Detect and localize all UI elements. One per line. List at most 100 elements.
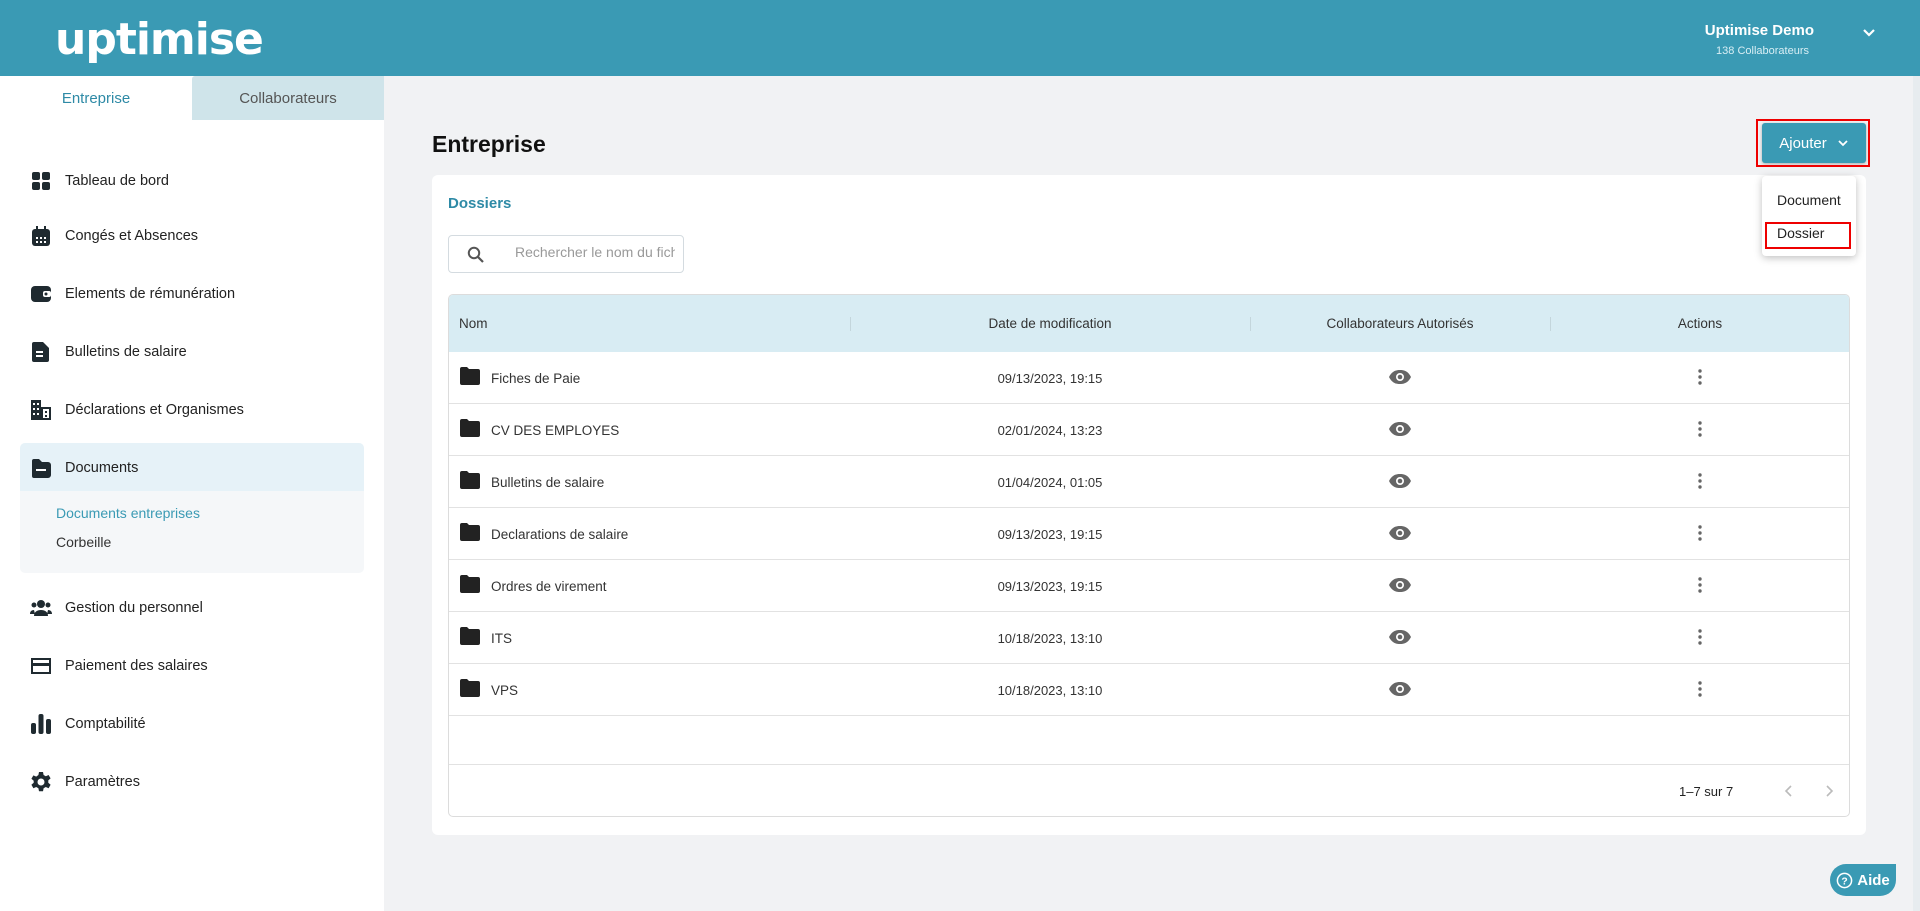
more-vert-icon[interactable] xyxy=(1697,420,1703,438)
sidebar-sub-documents-entreprises[interactable]: Documents entreprises xyxy=(56,505,200,521)
folder-icon xyxy=(460,627,480,645)
more-vert-icon[interactable] xyxy=(1697,472,1703,490)
sidebar-item-elements-de-remuneration[interactable]: Elements de rémunération xyxy=(20,270,364,318)
table-row[interactable]: Ordres de virement 09/13/2023, 19:15 xyxy=(449,560,1849,612)
sidebar-item-documents[interactable]: Documents xyxy=(20,444,364,492)
folder-icon xyxy=(460,575,480,593)
bar-chart-icon xyxy=(31,714,51,734)
sidebar-item-conges-et-absences[interactable]: Congés et Absences xyxy=(20,212,364,260)
table-row[interactable]: CV DES EMPLOYES 02/01/2024, 13:23 xyxy=(449,404,1849,456)
highlight-box xyxy=(1756,119,1870,167)
sidebar-item-label: Congés et Absences xyxy=(65,228,199,244)
eye-icon[interactable] xyxy=(1388,421,1412,437)
people-icon xyxy=(30,600,52,616)
modified-date: 01/04/2024, 01:05 xyxy=(997,474,1103,490)
chevron-down-icon[interactable] xyxy=(1862,26,1876,40)
modified-date: 09/13/2023, 19:15 xyxy=(997,578,1103,594)
chevron-left-icon[interactable] xyxy=(1782,783,1796,799)
document-icon xyxy=(32,342,49,362)
more-vert-icon[interactable] xyxy=(1697,368,1703,386)
col-date[interactable]: Date de modification xyxy=(850,295,1250,352)
credit-card-icon xyxy=(31,658,51,674)
gear-icon xyxy=(31,772,51,792)
sidebar-item-comptabilite[interactable]: Comptabilité xyxy=(20,700,364,748)
folder-icon xyxy=(460,367,480,385)
sidebar-item-bulletins-de-salaire[interactable]: Bulletins de salaire xyxy=(20,328,364,376)
scrollbar[interactable] xyxy=(1913,76,1920,911)
sidebar-item-label: Déclarations et Organismes xyxy=(65,402,244,418)
modified-date: 09/13/2023, 19:15 xyxy=(997,526,1103,542)
sidebar-item-parametres[interactable]: Paramètres xyxy=(20,758,364,806)
folder-name[interactable]: Bulletins de salaire xyxy=(491,456,604,508)
table-row[interactable]: Bulletins de salaire 01/04/2024, 01:05 xyxy=(449,456,1849,508)
more-vert-icon[interactable] xyxy=(1697,524,1703,542)
sidebar-item-label: Bulletins de salaire xyxy=(65,344,187,360)
pagination-info: 1–7 sur 7 xyxy=(1679,783,1734,799)
sidebar-item-declarations-et-organismes[interactable]: Déclarations et Organismes xyxy=(20,386,364,434)
eye-icon[interactable] xyxy=(1388,577,1412,593)
table-header: Nom Date de modification Collaborateurs … xyxy=(449,295,1849,352)
col-nom[interactable]: Nom xyxy=(459,295,488,352)
menu-item-document[interactable]: Document xyxy=(1777,192,1841,208)
sidebar-item-gestion-du-personnel[interactable]: Gestion du personnel xyxy=(20,584,364,632)
top-header xyxy=(0,0,1920,76)
search-icon xyxy=(467,246,484,263)
sidebar-item-label: Tableau de bord xyxy=(65,173,169,189)
modified-date: 10/18/2023, 13:10 xyxy=(997,682,1103,698)
page-title: Entreprise xyxy=(432,131,546,157)
more-vert-icon[interactable] xyxy=(1697,628,1703,646)
sidebar-sub-corbeille[interactable]: Corbeille xyxy=(56,534,111,550)
folder-icon xyxy=(460,523,480,541)
more-vert-icon[interactable] xyxy=(1697,576,1703,594)
sidebar-item-tableau-de-bord[interactable]: Tableau de bord xyxy=(20,157,364,205)
modified-date: 10/18/2023, 13:10 xyxy=(997,630,1103,646)
building-icon xyxy=(31,400,51,420)
sidebar-item-label: Paiement des salaires xyxy=(65,658,208,674)
folder-name[interactable]: ITS xyxy=(491,612,512,664)
sidebar-item-paiement-des-salaires[interactable]: Paiement des salaires xyxy=(20,642,364,690)
tab-collaborateurs[interactable]: Collaborateurs xyxy=(192,76,384,120)
dashboard-icon xyxy=(32,172,50,190)
help-label: Aide xyxy=(1857,871,1890,889)
sidebar-item-label: Paramètres xyxy=(65,774,140,790)
collaborators-count: 138 Collaborateurs xyxy=(1716,45,1809,57)
table-row[interactable]: Fiches de Paie 09/13/2023, 19:15 xyxy=(449,352,1849,404)
svg-text:?: ? xyxy=(1842,876,1848,887)
company-name[interactable]: Uptimise Demo xyxy=(1705,22,1814,39)
col-collaborateurs[interactable]: Collaborateurs Autorisés xyxy=(1250,295,1550,352)
eye-icon[interactable] xyxy=(1388,473,1412,489)
eye-icon[interactable] xyxy=(1388,681,1412,697)
help-icon: ? xyxy=(1836,872,1853,888)
col-actions: Actions xyxy=(1677,316,1723,331)
folder-icon xyxy=(460,679,480,697)
folder-name[interactable]: CV DES EMPLOYES xyxy=(491,404,619,456)
tab-entreprise[interactable]: Entreprise xyxy=(0,76,192,120)
table-row[interactable]: VPS 10/18/2023, 13:10 xyxy=(449,664,1849,716)
modified-date: 09/13/2023, 19:15 xyxy=(997,370,1103,386)
eye-icon[interactable] xyxy=(1388,629,1412,645)
section-title: Dossiers xyxy=(448,195,512,212)
sidebar-item-label: Comptabilité xyxy=(65,716,146,732)
search-box[interactable] xyxy=(448,235,684,273)
folder-name[interactable]: VPS xyxy=(491,664,518,716)
folders-table: Nom Date de modification Collaborateurs … xyxy=(448,294,1850,817)
folder-icon xyxy=(460,419,480,437)
uptimise-logo[interactable]: uptimise xyxy=(55,14,264,65)
folder-name[interactable]: Fiches de Paie xyxy=(491,352,580,404)
table-footer: 1–7 sur 7 xyxy=(449,764,1849,816)
search-input[interactable] xyxy=(515,244,675,260)
wallet-icon xyxy=(31,286,51,302)
highlight-box xyxy=(1765,222,1851,249)
chevron-right-icon[interactable] xyxy=(1822,783,1836,799)
folder-name[interactable]: Ordres de virement xyxy=(491,560,607,612)
folder-name[interactable]: Declarations de salaire xyxy=(491,508,628,560)
help-button[interactable]: ? Aide xyxy=(1830,864,1896,896)
eye-icon[interactable] xyxy=(1388,369,1412,385)
eye-icon[interactable] xyxy=(1388,525,1412,541)
table-row[interactable]: ITS 10/18/2023, 13:10 xyxy=(449,612,1849,664)
modified-date: 02/01/2024, 13:23 xyxy=(997,422,1103,438)
sidebar-item-label: Documents xyxy=(65,460,139,476)
folder-icon xyxy=(32,459,51,478)
more-vert-icon[interactable] xyxy=(1697,680,1703,698)
table-row[interactable]: Declarations de salaire 09/13/2023, 19:15 xyxy=(449,508,1849,560)
